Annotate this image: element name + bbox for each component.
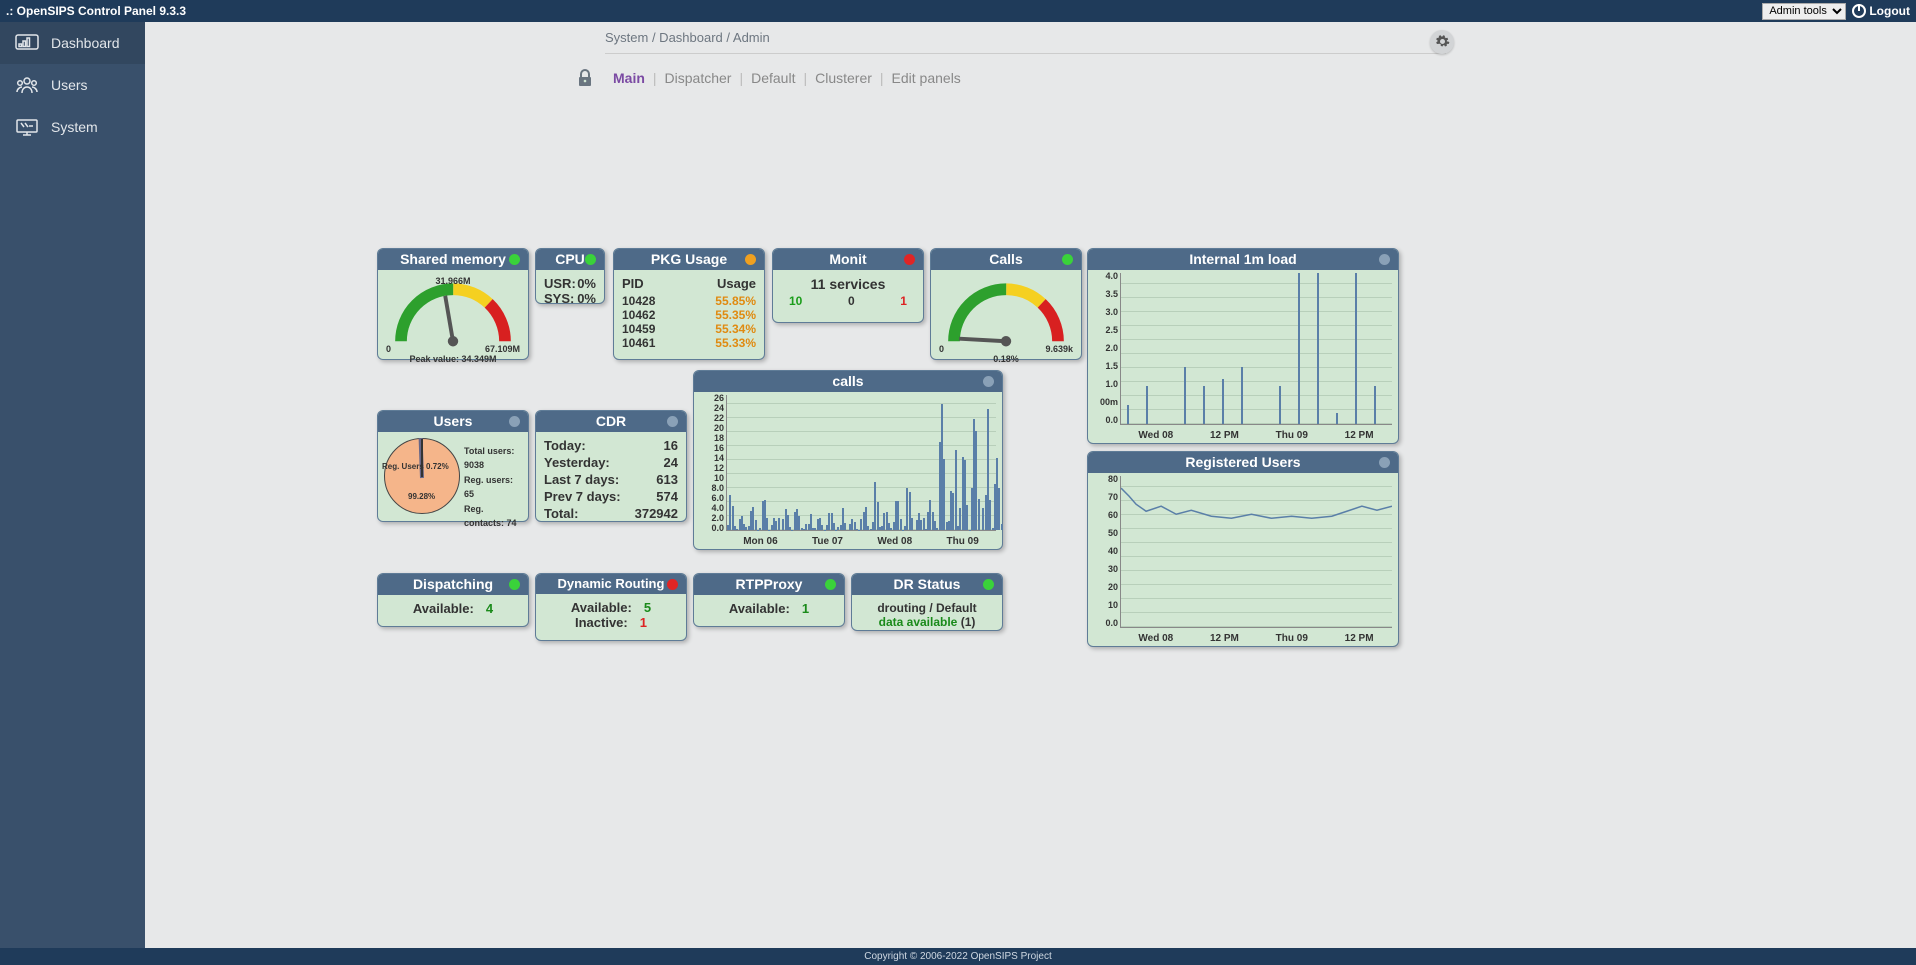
status-dot-icon — [667, 579, 678, 590]
status-dot-icon — [745, 254, 756, 265]
app-title: .: OpenSIPS Control Panel 9.3.3 — [6, 4, 186, 18]
panel-cpu[interactable]: CPU USR:0% SYS:0% — [535, 248, 605, 304]
dashboard-grid: Shared memory 31.966M 067.109M Peak valu… — [145, 248, 1916, 668]
tabs: Main | Dispatcher | Default | Clusterer … — [575, 68, 1916, 88]
panel-calls-gauge[interactable]: Calls 09.639k 0.18% — [930, 248, 1082, 360]
tab-edit-panels[interactable]: Edit panels — [892, 70, 961, 86]
users-pie — [384, 438, 460, 514]
system-icon — [15, 118, 39, 136]
status-dot-icon — [585, 254, 596, 265]
topbar: .: OpenSIPS Control Panel 9.3.3 Admin to… — [0, 0, 1916, 22]
status-dot-icon — [983, 376, 994, 387]
dashboard-icon — [15, 34, 39, 52]
panel-internal-load[interactable]: Internal 1m load 4.03.53.02.52.01.51.000… — [1087, 248, 1399, 444]
panel-cdr[interactable]: CDR Today:16 Yesterday:24 Last 7 days:61… — [535, 410, 687, 522]
power-icon — [1852, 4, 1866, 18]
status-dot-icon — [667, 416, 678, 427]
chart-area — [726, 395, 996, 531]
tab-default[interactable]: Default — [751, 70, 795, 86]
status-dot-icon — [509, 254, 520, 265]
panel-dynamic-routing[interactable]: Dynamic Routing Available:5 Inactive:1 — [535, 573, 687, 641]
users-icon — [15, 76, 39, 94]
panel-pkg-usage[interactable]: PKG Usage PIDUsage 1042855.85% 1046255.3… — [613, 248, 765, 360]
tab-dispatcher[interactable]: Dispatcher — [665, 70, 732, 86]
panel-dr-status[interactable]: DR Status drouting / Default data availa… — [851, 573, 1003, 631]
lock-icon — [575, 68, 595, 88]
status-dot-icon — [509, 579, 520, 590]
status-dot-icon — [1379, 254, 1390, 265]
tab-main[interactable]: Main — [613, 70, 645, 86]
breadcrumb: System / Dashboard / Admin — [605, 30, 770, 45]
status-dot-icon — [904, 254, 915, 265]
sidebar-item-dashboard[interactable]: Dashboard — [0, 22, 145, 64]
status-dot-icon — [825, 579, 836, 590]
sidebar-item-label: System — [51, 119, 98, 135]
status-dot-icon — [1062, 254, 1073, 265]
logout-button[interactable]: Logout — [1852, 4, 1910, 18]
tab-clusterer[interactable]: Clusterer — [815, 70, 872, 86]
panel-rtpproxy[interactable]: RTPProxy Available:1 — [693, 573, 845, 627]
content: System / Dashboard / Admin Main | Dispat… — [145, 22, 1916, 668]
panel-calls-chart[interactable]: calls 2624222018161412108.06.04.02.00.0 … — [693, 370, 1003, 550]
sidebar-item-label: Users — [51, 77, 88, 93]
sidebar-item-users[interactable]: Users — [0, 64, 145, 106]
panel-users[interactable]: Users Reg. Users 0.72% 99.28% Total user… — [377, 410, 529, 522]
admin-tools-select[interactable]: Admin tools — [1762, 3, 1846, 20]
sidebar: Dashboard Users System — [0, 22, 145, 948]
panel-shared-memory[interactable]: Shared memory 31.966M 067.109M Peak valu… — [377, 248, 529, 360]
panel-dispatching[interactable]: Dispatching Available:4 — [377, 573, 529, 627]
panel-registered-users[interactable]: Registered Users 80706050403020100.0 Wed… — [1087, 451, 1399, 647]
footer: Copyright © 2006-2022 OpenSIPS Project — [0, 948, 1916, 965]
status-dot-icon — [1379, 457, 1390, 468]
sidebar-item-label: Dashboard — [51, 35, 120, 51]
status-dot-icon — [983, 579, 994, 590]
chart-area — [1120, 273, 1392, 425]
panel-monit[interactable]: Monit 11 services 1001 — [772, 248, 924, 323]
sidebar-item-system[interactable]: System — [0, 106, 145, 148]
settings-button[interactable] — [1430, 30, 1454, 54]
chart-area — [1120, 476, 1392, 628]
status-dot-icon — [509, 416, 520, 427]
